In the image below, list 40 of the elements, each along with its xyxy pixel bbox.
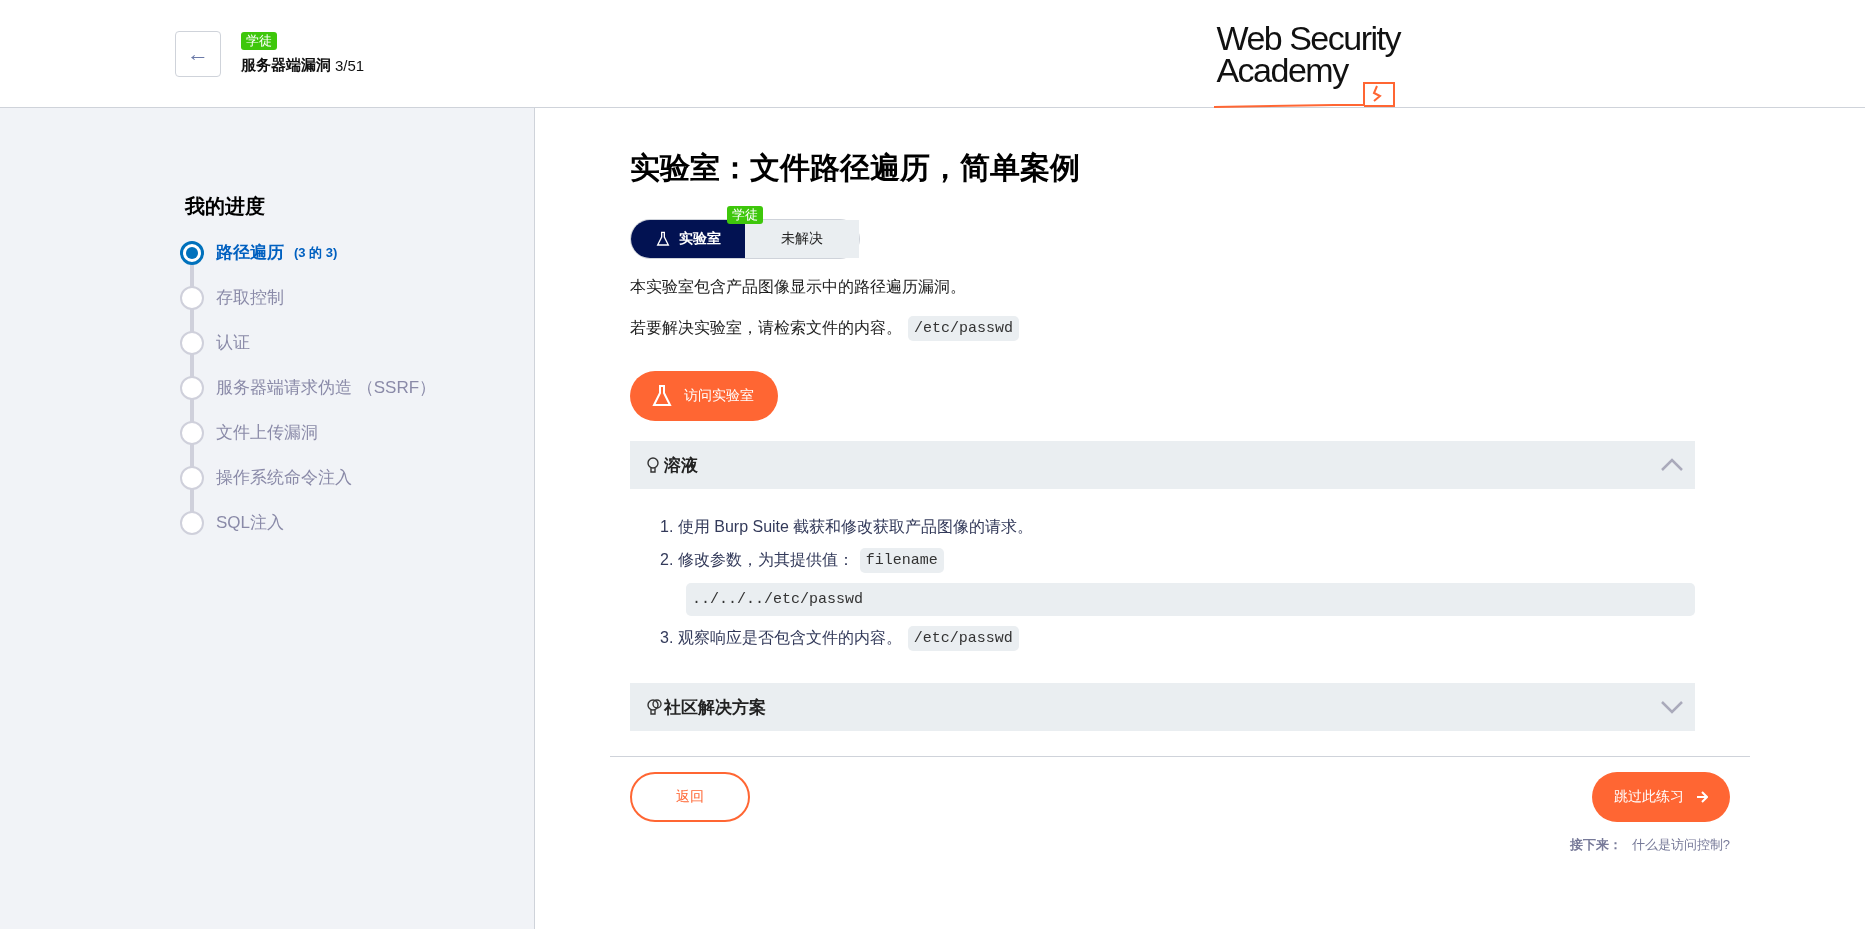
lightbulbs-icon xyxy=(646,698,662,716)
skip-button[interactable]: 跳过此练习 xyxy=(1592,772,1730,822)
course-title: 服务器端漏洞 xyxy=(241,56,331,75)
topic-link[interactable]: SQL注入 xyxy=(216,511,285,534)
arrow-right-icon xyxy=(1696,791,1708,803)
topic-link[interactable]: 服务器端请求伪造 （SSRF） xyxy=(216,376,437,399)
step-text: 1. 使用 Burp Suite 截获和修改获取产品图像的请求。 xyxy=(660,517,1034,537)
progress-count: 3/51 xyxy=(335,57,365,74)
description-text: 若要解决实验室，请检索文件的内容。 xyxy=(630,318,902,338)
back-button[interactable]: 返回 xyxy=(630,772,750,822)
lightbulb-icon xyxy=(646,456,662,474)
description-text: 本实验室包含产品图像显示中的路径遍历漏洞。 xyxy=(630,277,966,297)
level-badge: 学徒 xyxy=(241,32,277,50)
flask-icon xyxy=(650,384,674,408)
step-text: 2. 修改参数，为其提供值： xyxy=(660,550,854,570)
next-link[interactable]: 什么是访问控制? xyxy=(1631,836,1730,854)
accordion-header[interactable]: 溶液 xyxy=(630,441,1695,489)
back-button[interactable]: ← xyxy=(175,30,221,77)
status-segment: 未解决 xyxy=(745,220,859,258)
section-title: 溶液 xyxy=(664,454,698,477)
access-lab-button[interactable]: 访问实验室 xyxy=(630,371,778,421)
topic-link[interactable]: 文件上传漏洞 xyxy=(216,421,318,444)
lab-title: 实验室：文件路径遍历，简单案例 xyxy=(630,150,1081,186)
topic-link[interactable]: 路径遍历 xyxy=(216,241,284,264)
step-text: 3. 观察响应是否包含文件的内容。 xyxy=(660,628,902,648)
code-block: ../../../etc/passwd xyxy=(686,583,1695,616)
level-badge: 学徒 xyxy=(727,206,763,224)
inline-code: /etc/passwd xyxy=(908,316,1020,341)
accordion-header[interactable]: 社区解决方案 xyxy=(630,683,1695,731)
status-segment: 实验室 xyxy=(631,220,745,258)
next-label: 接下来： xyxy=(1569,836,1622,854)
topic-count: (3 的 3) xyxy=(294,243,338,262)
topic-link[interactable]: 存取控制 xyxy=(216,286,284,309)
inline-code: /etc/passwd xyxy=(907,626,1019,651)
sidebar-title: 我的进度 xyxy=(185,194,266,219)
inline-code: filename xyxy=(859,548,944,573)
topic-link[interactable]: 操作系统命令注入 xyxy=(216,466,352,489)
flask-icon xyxy=(655,231,671,247)
section-title: 社区解决方案 xyxy=(664,696,766,719)
topic-link[interactable]: 认证 xyxy=(216,331,250,354)
